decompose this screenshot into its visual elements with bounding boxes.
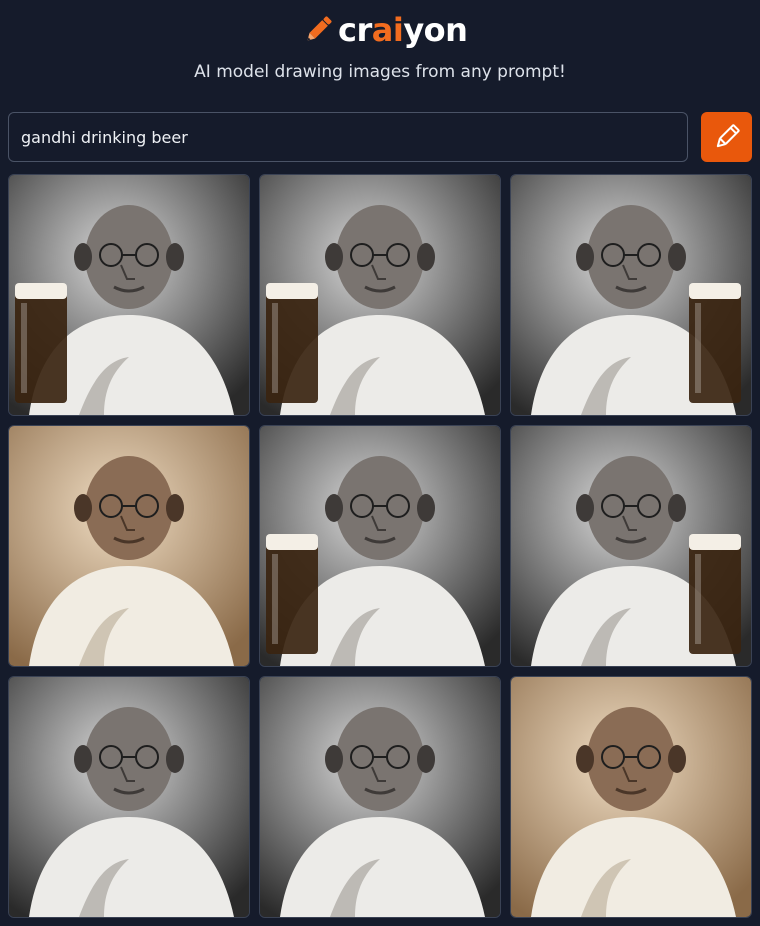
draw-button[interactable] [701, 112, 752, 162]
result-image[interactable] [259, 676, 501, 918]
tagline: AI model drawing images from any prompt! [194, 62, 566, 82]
brand-name-suffix: yon [403, 11, 468, 49]
prompt-input[interactable] [8, 112, 688, 162]
result-image[interactable] [8, 425, 250, 667]
pencil-icon [307, 16, 332, 41]
result-image[interactable] [510, 174, 752, 416]
brand-name-accent: ai [371, 11, 404, 49]
brand-name: craiyon [338, 11, 468, 49]
prompt-bar [8, 112, 752, 162]
result-image[interactable] [8, 174, 250, 416]
pencil-icon [716, 124, 740, 148]
brand-name-prefix: cr [338, 11, 372, 49]
results-grid [8, 174, 752, 918]
result-image[interactable] [510, 425, 752, 667]
result-image[interactable] [259, 174, 501, 416]
header: craiyon AI model drawing images from any… [0, 0, 760, 100]
result-image[interactable] [510, 676, 752, 918]
logo[interactable]: craiyon [300, 10, 468, 50]
result-image[interactable] [259, 425, 501, 667]
result-image[interactable] [8, 676, 250, 918]
